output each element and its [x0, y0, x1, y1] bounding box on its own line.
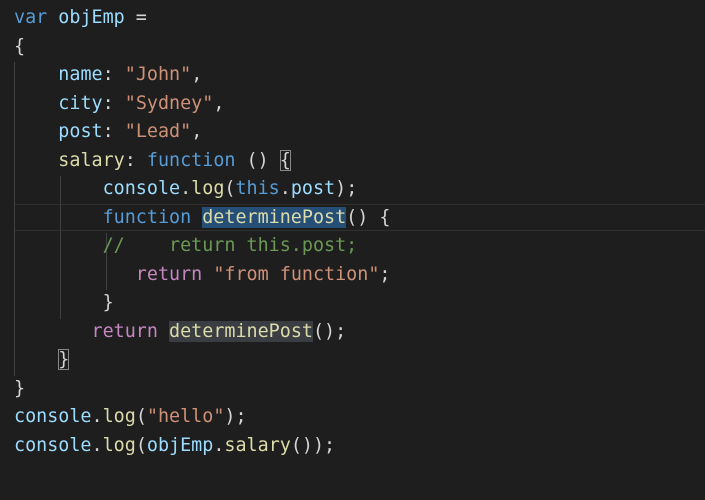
- code-token: objEmp: [146, 434, 214, 456]
- code-token: }: [14, 377, 26, 399]
- code-token: () {: [346, 206, 391, 228]
- code-token: city: [58, 92, 103, 114]
- code-token: .: [91, 434, 103, 456]
- code-token: determinePost: [169, 320, 313, 342]
- code-line[interactable]: return "from function";: [14, 261, 391, 290]
- code-token: .: [91, 406, 103, 427]
- code-token: ,: [191, 64, 203, 85]
- code-token: (: [135, 406, 147, 427]
- code-token: objEmp: [58, 7, 125, 28]
- code-token: {: [279, 149, 291, 171]
- code-token: post: [58, 121, 103, 142]
- code-token: ,: [191, 121, 203, 142]
- code-token: {: [14, 35, 26, 57]
- code-line[interactable]: }: [14, 346, 70, 375]
- code-token: this: [235, 178, 280, 199]
- code-token: "John": [124, 64, 192, 85]
- code-line[interactable]: }: [14, 289, 114, 318]
- code-token: console: [14, 406, 92, 427]
- code-token: return: [91, 320, 158, 342]
- code-token: }: [102, 292, 114, 313]
- code-token: ,: [213, 92, 225, 114]
- code-line[interactable]: // return this.post;: [14, 232, 358, 261]
- code-line[interactable]: post: "Lead",: [14, 118, 202, 147]
- code-token: salary: [58, 149, 125, 171]
- code-token: console: [14, 434, 92, 456]
- code-token: name: [58, 64, 103, 85]
- code-token: "Lead": [124, 121, 192, 142]
- code-line[interactable]: city: "Sydney",: [14, 90, 224, 119]
- code-token: determinePost: [202, 206, 347, 228]
- code-token: return: [135, 263, 203, 285]
- code-editor[interactable]: var objEmp ={ name: "John", city: "Sydne…: [0, 0, 705, 500]
- code-line[interactable]: return determinePost();: [14, 318, 346, 347]
- code-line[interactable]: console.log("hello");: [14, 403, 247, 432]
- code-line[interactable]: function determinePost() {: [14, 204, 390, 233]
- code-token: (): [235, 149, 280, 171]
- code-token: .: [213, 434, 225, 456]
- code-line[interactable]: {: [14, 33, 25, 62]
- code-token: =: [124, 7, 147, 28]
- code-token: "Sydney": [124, 92, 214, 114]
- code-token: log: [191, 178, 225, 199]
- code-token: .: [180, 178, 192, 199]
- code-token: console: [102, 178, 181, 199]
- code-line[interactable]: salary: function () {: [14, 147, 291, 176]
- code-token: );: [335, 178, 358, 199]
- code-token: }: [58, 349, 70, 370]
- code-line[interactable]: }: [14, 375, 25, 404]
- code-token: :: [124, 149, 147, 171]
- code-token: post: [290, 178, 336, 199]
- code-line[interactable]: console.log(objEmp.salary());: [14, 432, 335, 461]
- code-token: log: [102, 434, 136, 456]
- code-line[interactable]: var objEmp =: [14, 4, 147, 33]
- code-token: salary: [224, 434, 291, 456]
- code-token: :: [102, 121, 125, 142]
- code-token: ());: [290, 434, 336, 456]
- code-token: .: [279, 178, 291, 199]
- code-token: function: [102, 206, 192, 228]
- code-line[interactable]: console.log(this.post);: [14, 175, 358, 204]
- code-token: );: [224, 406, 247, 427]
- code-token: ();: [312, 320, 347, 342]
- code-token: "from function": [213, 263, 380, 285]
- code-token: log: [102, 406, 136, 427]
- code-token: "hello": [146, 406, 225, 427]
- code-line[interactable]: name: "John",: [14, 61, 202, 90]
- code-token: // return this.post;: [102, 235, 358, 256]
- code-token: :: [102, 92, 125, 114]
- code-token: function: [146, 149, 236, 171]
- code-token: (: [135, 434, 147, 456]
- code-token: ;: [379, 263, 391, 285]
- code-token: var: [14, 7, 48, 28]
- code-token: :: [102, 64, 125, 85]
- code-token: (: [224, 178, 236, 199]
